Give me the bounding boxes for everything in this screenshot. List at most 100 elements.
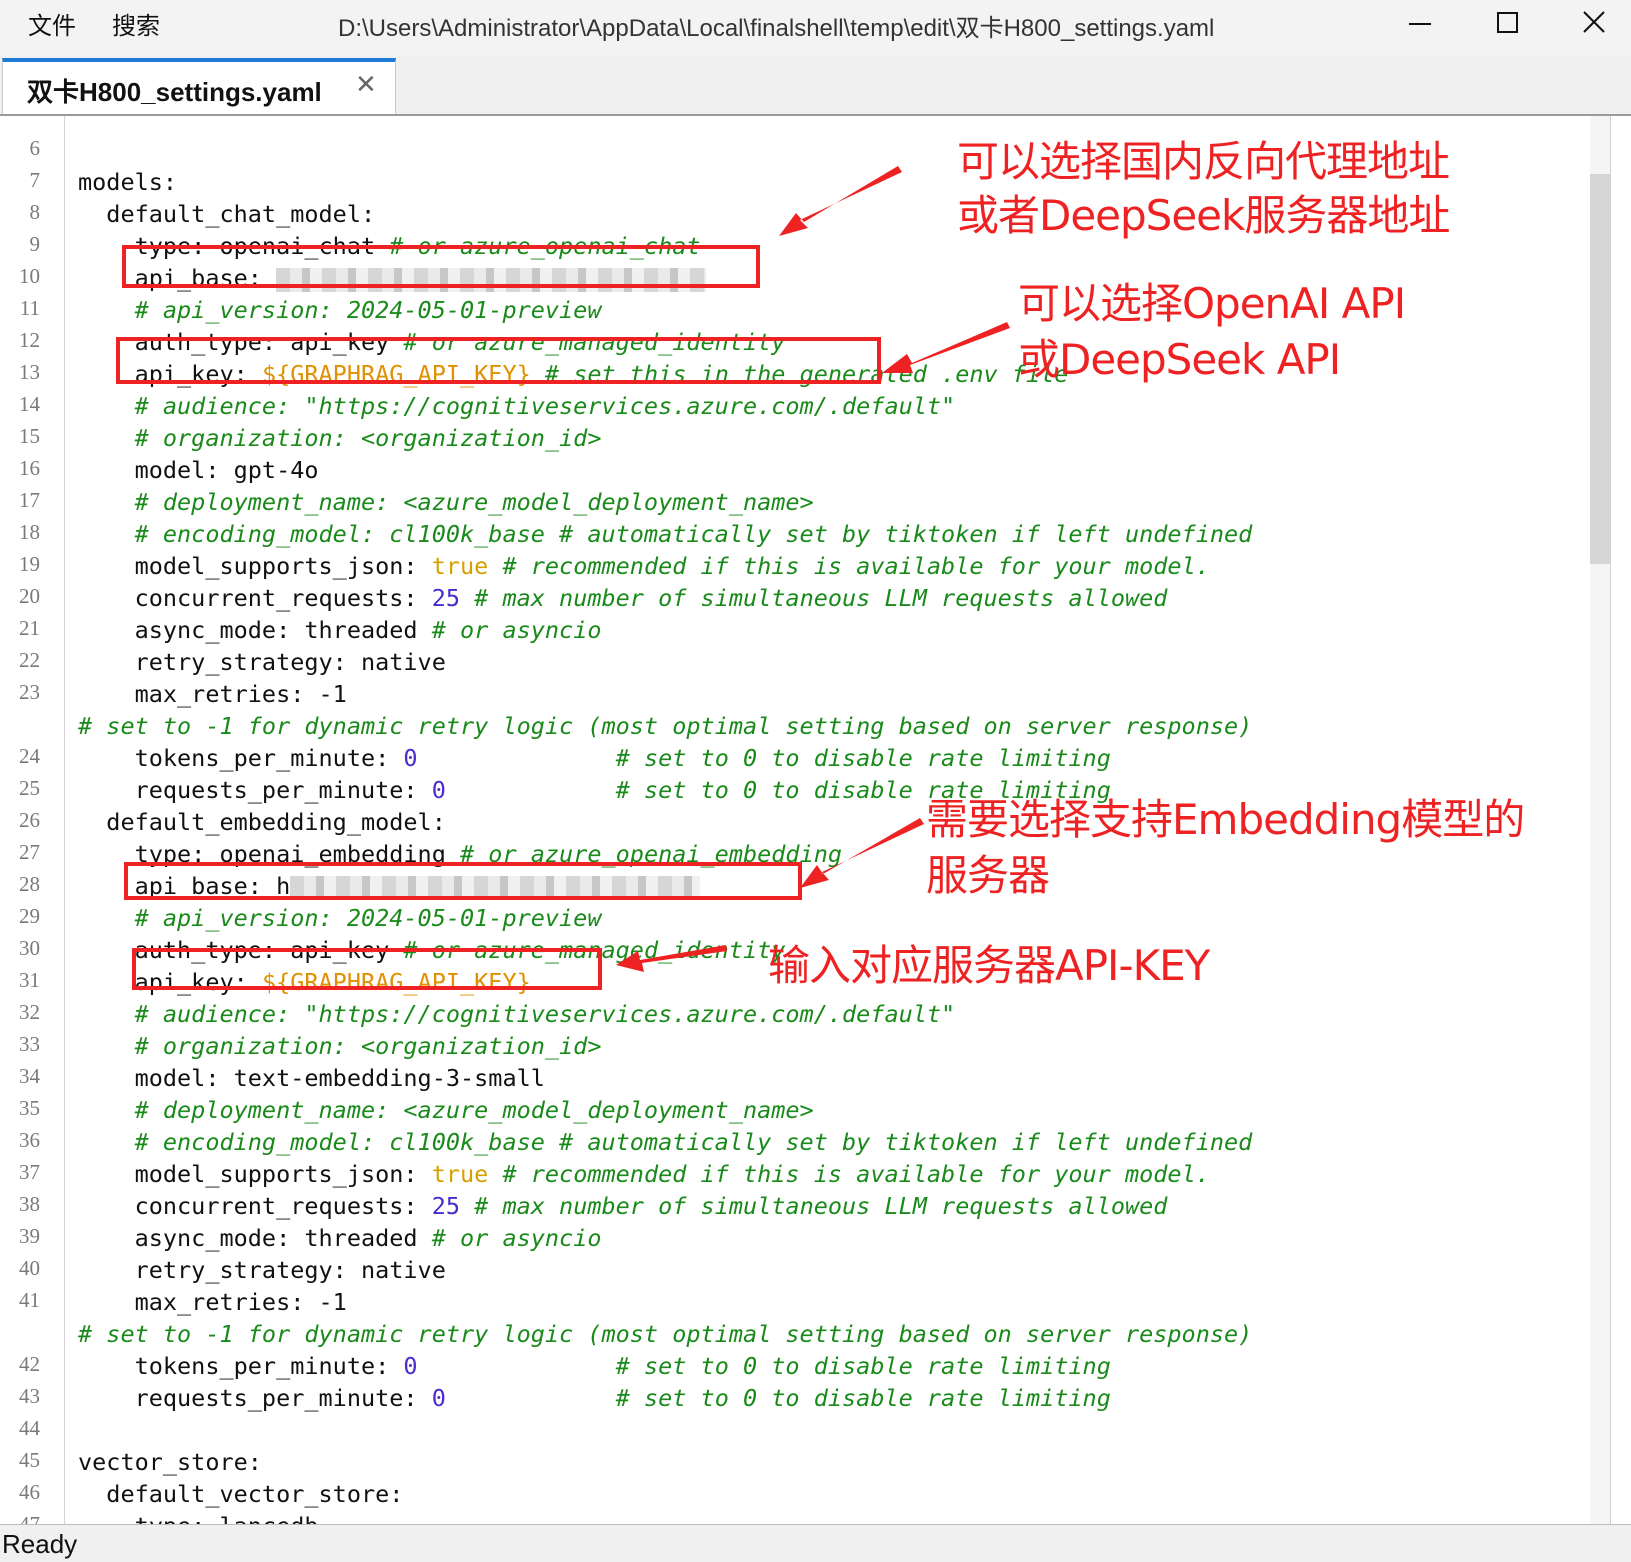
line-number: 19 [19, 552, 40, 576]
close-window-button[interactable] [1560, 0, 1630, 48]
code-token: async_mode: threaded [78, 1224, 432, 1252]
line-number: 46 [19, 1480, 40, 1504]
scrollbar-thumb[interactable] [1590, 174, 1610, 564]
line-number-gutter: 6 7 8 9 10 11 12 13 14 15 16 17 18 19 20 21 22 23 24 25 26 27… [0, 116, 65, 1524]
code-line: model_supports_json: true # recommended … [78, 550, 1210, 582]
line-number: 9 [29, 232, 41, 256]
code-line: # deployment_name: <azure_model_deployme… [78, 1094, 814, 1126]
code-token: async_mode: threaded [78, 616, 432, 644]
code-line: # deployment_name: <azure_model_deployme… [78, 486, 814, 518]
code-token: default_chat_model: [78, 200, 376, 228]
line-number: 34 [19, 1064, 40, 1088]
minimize-button[interactable] [1385, 0, 1455, 48]
code-token: # organization: <organization_id> [78, 1032, 602, 1060]
code-token: # set to 0 to disable rate limiting [417, 1352, 1111, 1380]
code-line: # set to -1 for dynamic retry logic (mos… [78, 710, 1252, 742]
menu-search[interactable]: 搜索 [112, 6, 160, 41]
code-token: 0 [403, 744, 418, 772]
code-token: 0 [431, 776, 446, 804]
maximize-icon [1497, 12, 1518, 33]
code-token: # set to -1 for dynamic retry logic (mos… [78, 1320, 1253, 1348]
code-token: model_supports_json: [78, 552, 432, 580]
code-token: # encoding_model: cl100k_base # automati… [78, 1128, 1253, 1156]
line-number: 35 [19, 1096, 40, 1120]
code-line: async_mode: threaded # or asyncio [78, 614, 602, 646]
code-line: # api_version: 2024-05-01-preview [78, 902, 602, 934]
line-number: 7 [29, 168, 41, 192]
maximize-button[interactable] [1473, 0, 1543, 48]
line-number: 41 [19, 1288, 40, 1312]
tab-bar: 双卡H800_settings.yaml ✕ [0, 56, 1631, 116]
code-line: vector_store: [78, 1446, 262, 1478]
line-number: 43 [19, 1384, 40, 1408]
line-number: 33 [19, 1032, 40, 1056]
code-token: # audience: "https://cognitiveservices.a… [78, 1000, 956, 1028]
line-number: 12 [19, 328, 40, 352]
line-number: 30 [19, 936, 40, 960]
code-line: # set to -1 for dynamic retry logic (mos… [78, 1318, 1252, 1350]
line-number: 6 [29, 136, 41, 160]
code-token: 25 [431, 1192, 461, 1220]
code-line: default_vector_store: [78, 1478, 403, 1510]
code-token: # set to 0 to disable rate limiting [417, 744, 1111, 772]
code-token: # recommended if this is available for y… [488, 1160, 1210, 1188]
code-token: # set to -1 for dynamic retry logic (mos… [78, 712, 1253, 740]
annotation-note-3: 可以选择OpenAI API [1018, 279, 1406, 328]
line-number: 45 [19, 1448, 40, 1472]
line-number: 31 [19, 968, 40, 992]
annotation-note-6: 服务器 [926, 851, 1050, 900]
highlight-embedding-api-key [132, 948, 602, 990]
tab-close-icon[interactable]: ✕ [355, 70, 377, 100]
line-number: 18 [19, 520, 40, 544]
annotation-note-1: 可以选择国内反向代理地址 [957, 137, 1450, 186]
status-text: Ready [2, 1529, 78, 1559]
vertical-scrollbar[interactable] [1590, 116, 1610, 1524]
annotation-note-2: 或者DeepSeek服务器地址 [957, 191, 1450, 240]
code-token: default_vector_store: [78, 1480, 404, 1508]
code-line: retry_strategy: native [78, 1254, 446, 1286]
code-token: # organization: <organization_id> [78, 424, 602, 452]
code-token: concurrent_requests: [78, 584, 432, 612]
code-token: retry_strategy: native [78, 1256, 446, 1284]
minimize-icon [1409, 23, 1431, 25]
code-token: retry_strategy: native [78, 648, 446, 676]
code-line: # encoding_model: cl100k_base # automati… [78, 518, 1253, 550]
code-token: model: gpt-4o [78, 456, 319, 484]
code-token: requests_per_minute: [78, 776, 432, 804]
code-token: default_embedding_model: [78, 808, 446, 836]
line-number: 40 [19, 1256, 40, 1280]
line-number: 15 [19, 424, 40, 448]
code-token: # encoding_model: cl100k_base # automati… [78, 520, 1253, 548]
code-token: # audience: "https://cognitiveservices.a… [78, 392, 956, 420]
code-line: concurrent_requests: 25 # max number of … [78, 1190, 1168, 1222]
code-line: retry_strategy: native [78, 646, 446, 678]
line-number: 17 [19, 488, 40, 512]
code-token: true [431, 1160, 489, 1188]
line-number: 42 [19, 1352, 40, 1376]
code-line: models: [78, 166, 177, 198]
code-token: type: lancedb [78, 1512, 319, 1524]
line-number: 13 [19, 360, 40, 384]
code-line: async_mode: threaded # or asyncio [78, 1222, 602, 1254]
code-token: # or asyncio [431, 1224, 602, 1252]
code-line: default_embedding_model: [78, 806, 446, 838]
code-token: # or asyncio [431, 616, 602, 644]
tab-settings-yaml[interactable]: 双卡H800_settings.yaml ✕ [2, 58, 396, 114]
line-number: 25 [19, 776, 40, 800]
code-token: tokens_per_minute: [78, 1352, 404, 1380]
code-line: # api_version: 2024-05-01-preview [78, 294, 602, 326]
code-token: # deployment_name: <azure_model_deployme… [78, 488, 814, 516]
line-number: 14 [19, 392, 40, 416]
tab-label: 双卡H800_settings.yaml [27, 77, 322, 107]
code-line: concurrent_requests: 25 # max number of … [78, 582, 1168, 614]
line-number: 10 [19, 264, 40, 288]
line-number: 44 [19, 1416, 40, 1440]
close-icon [1583, 11, 1605, 33]
line-number: 24 [19, 744, 40, 768]
code-line: # encoding_model: cl100k_base # automati… [78, 1126, 1253, 1158]
menu-file[interactable]: 文件 [28, 6, 76, 41]
highlight-embedding-api-base [124, 862, 802, 900]
code-token: # set to 0 to disable rate limiting [445, 1384, 1111, 1412]
code-token: model: text-embedding-3-small [78, 1064, 545, 1092]
line-number: 36 [19, 1128, 40, 1152]
